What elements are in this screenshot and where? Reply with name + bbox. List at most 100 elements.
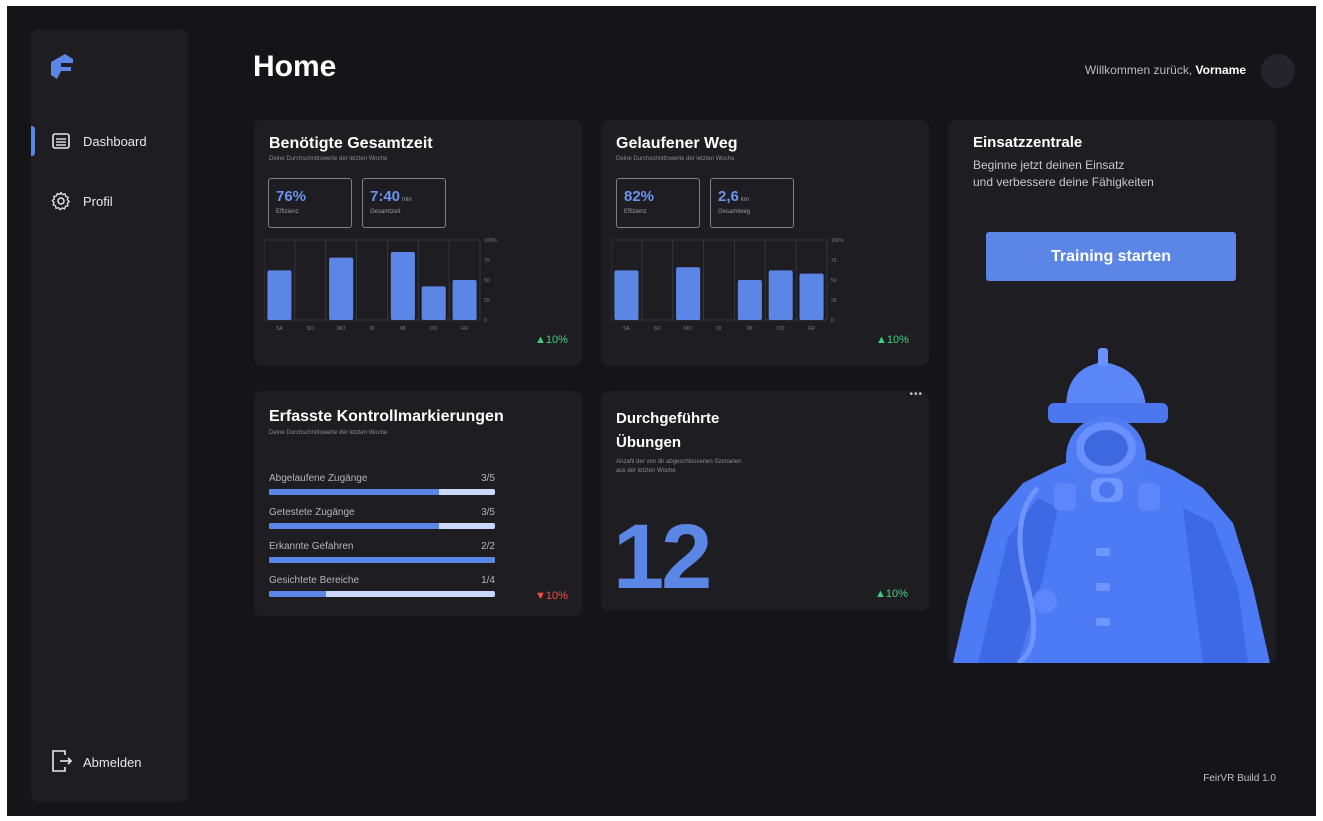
progress-track (269, 557, 495, 563)
x-tick-label: DO (777, 326, 785, 332)
progress-value: 3/5 (481, 473, 495, 484)
avatar[interactable] (1261, 54, 1295, 88)
trend-indicator: ▲10% (875, 588, 908, 600)
progress-label: Gesichtete Bereiche (269, 575, 360, 586)
sidebar-item-label: Dashboard (83, 134, 147, 149)
progress-track (269, 591, 495, 597)
trend-indicator: ▼10% (535, 590, 568, 602)
sidebar: Dashboard Profil Abmelden (31, 29, 188, 802)
cta-line1: Beginne jetzt deinen Einsatz (973, 158, 1125, 172)
y-tick-label: 0 (831, 318, 834, 324)
bar-mi (390, 252, 415, 320)
exercise-count: 12 (613, 506, 712, 608)
time-bar-chart: SA SO MO DI MI DO FR 100% 75 50 25 0 (264, 238, 497, 332)
start-training-button[interactable]: Training starten (986, 232, 1236, 281)
logout-label: Abmelden (83, 755, 142, 770)
logout-icon (52, 750, 73, 772)
bar-fr (799, 273, 824, 320)
x-tick-label: SO (307, 326, 314, 332)
logout-button[interactable]: Abmelden (51, 749, 181, 775)
stat-value: 7:40 (370, 188, 401, 205)
card-title-line2: Übungen (616, 434, 681, 451)
card-title: Erfasste Kontrollmarkierungen (269, 408, 504, 425)
card-subtitle: Deine Durchschnittswerte der letzten Woc… (269, 156, 388, 162)
x-tick-label: SA (276, 326, 283, 332)
stat-value-wrap: 7:40 min (370, 188, 412, 205)
x-tick-label: MI (400, 326, 406, 332)
y-tick-label: 0 (484, 318, 487, 324)
progress-fill (269, 591, 326, 597)
efficiency-stat: 82% Effizienz (616, 178, 700, 228)
efficiency-stat: 76% Effizienz (268, 178, 352, 228)
card-title-line1: Durchgeführte (616, 410, 720, 427)
progress-value: 1/4 (481, 575, 495, 586)
x-tick-label: MI (747, 326, 753, 332)
y-tick-label: 25 (831, 298, 837, 304)
x-tick-label: SO (654, 326, 661, 332)
card-title: Einsatzzentrale (973, 134, 1083, 151)
mission-card: Einsatzzentrale Beginne jetzt deinen Ein… (948, 120, 1276, 663)
x-tick-label: SA (623, 326, 630, 332)
progress-label: Getestete Zugänge (269, 507, 355, 518)
distance-card: Gelaufener Weg Deine Durchschnittswerte … (601, 120, 929, 366)
bar-fr (452, 280, 477, 320)
trend-indicator: ▲10% (876, 334, 909, 346)
y-tick-label: 25 (484, 298, 490, 304)
card-subtitle: Deine Durchschnittswerte der letzten Woc… (616, 156, 735, 162)
dashboard-icon (52, 133, 70, 149)
welcome-prefix: Willkommen zurück, (1084, 63, 1196, 77)
bar-mi (737, 280, 762, 320)
progress-track (269, 523, 495, 529)
stat-label: Effizienz (276, 209, 299, 215)
stat-value: 76% (276, 188, 307, 205)
y-tick-label: 75 (484, 258, 490, 264)
markers-card: Erfasste Kontrollmarkierungen Deine Durc… (254, 391, 582, 616)
progress-fill (269, 557, 495, 563)
progress-value: 2/2 (481, 541, 495, 552)
bar-do (421, 286, 446, 320)
more-options-icon[interactable]: ••• (909, 389, 923, 400)
x-tick-label: DO (430, 326, 438, 332)
x-tick-label: FR (808, 326, 815, 332)
stat-label: Gesamtzeit (370, 209, 401, 215)
app-window: Dashboard Profil Abmelden Home Willkomme… (7, 6, 1316, 816)
y-tick-label: 75 (831, 258, 837, 264)
x-tick-label: FR (461, 326, 468, 332)
app-logo-icon (51, 54, 73, 79)
bar-sa (614, 270, 639, 320)
firefighter-figure (953, 348, 1270, 663)
user-name: Vorname (1195, 63, 1246, 77)
progress-track (269, 489, 495, 495)
total-distance-stat: 2,6 km Gesamtweg (710, 178, 794, 228)
card-subtitle-line2: aus der letzten Woche (616, 468, 676, 474)
build-version: FeirVR Build 1.0 (1203, 773, 1276, 784)
bar-sa (267, 270, 292, 320)
y-tick-label: 100% (831, 238, 844, 244)
progress-label: Erkannte Gefahren (269, 541, 354, 552)
page-title: Home (253, 50, 337, 83)
card-subtitle-line1: Anzahl der von dir abgeschlossenen Szena… (616, 459, 742, 465)
x-tick-label: MO (684, 326, 692, 332)
x-tick-label: DI (370, 326, 375, 332)
x-tick-label: MO (337, 326, 345, 332)
sidebar-item-profil[interactable]: Profil (31, 186, 188, 216)
time-card: Benötigte Gesamtzeit Deine Durchschnitts… (254, 120, 582, 366)
progress-label: Abgelaufene Zugänge (269, 473, 368, 484)
sidebar-item-dashboard[interactable]: Dashboard (31, 126, 188, 156)
y-tick-label: 50 (484, 278, 490, 284)
trend-indicator: ▲10% (535, 334, 568, 346)
progress-row: Erkannte Gefahren 2/2 (269, 541, 495, 565)
progress-fill (269, 523, 439, 529)
stat-label: Gesamtweg (718, 209, 751, 215)
x-tick-label: DI (717, 326, 722, 332)
total-time-stat: 7:40 min Gesamtzeit (362, 178, 446, 228)
progress-fill (269, 489, 439, 495)
active-indicator (31, 126, 35, 156)
card-title: Gelaufener Weg (616, 135, 738, 152)
bar-mo (329, 257, 354, 320)
stat-unit: min (402, 197, 412, 203)
progress-row: Gesichtete Bereiche 1/4 (269, 575, 495, 599)
cta-line2: und verbessere deine Fähigkeiten (973, 175, 1154, 189)
bar-do (768, 270, 793, 320)
y-tick-label: 100% (484, 238, 497, 244)
